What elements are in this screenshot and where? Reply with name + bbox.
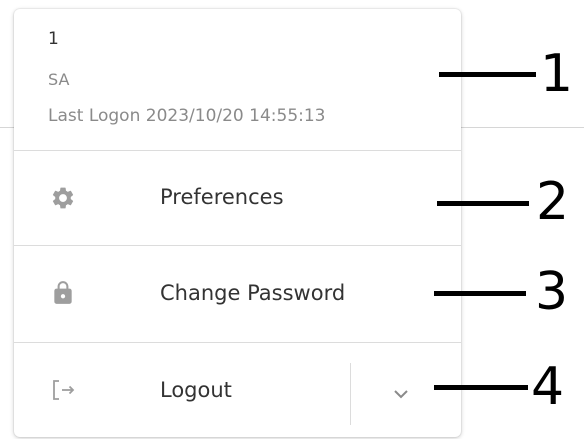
background-divider-right <box>461 127 584 128</box>
last-logon: Last Logon 2023/10/20 14:55:13 <box>48 106 326 126</box>
preferences-label: Preferences <box>160 185 284 209</box>
preferences-menu-item[interactable]: Preferences <box>14 151 461 246</box>
change-password-label: Change Password <box>160 281 346 305</box>
annotation-line-2 <box>437 201 529 206</box>
lock-icon <box>54 281 72 304</box>
annotation-number-3: 3 <box>535 262 569 322</box>
annotation-number-2: 2 <box>536 172 570 232</box>
annotation-line-4 <box>434 385 528 390</box>
logout-label: Logout <box>160 378 232 402</box>
chevron-down-icon[interactable] <box>386 379 416 409</box>
user-role: SA <box>48 70 70 89</box>
logout-icon <box>53 380 75 400</box>
change-password-menu-item[interactable]: Change Password <box>14 246 461 343</box>
background-divider-left <box>0 127 14 128</box>
user-menu-dropdown: 1 SA Last Logon 2023/10/20 14:55:13 Pref… <box>14 9 461 437</box>
user-id: 1 <box>48 29 59 49</box>
annotation-number-1: 1 <box>540 44 574 104</box>
logout-menu-item[interactable]: Logout <box>14 343 461 437</box>
user-info-section: 1 SA Last Logon 2023/10/20 14:55:13 <box>14 9 461 151</box>
annotation-line-1 <box>439 72 536 77</box>
annotation-line-3 <box>434 291 526 296</box>
logout-divider <box>350 363 351 425</box>
gear-icon <box>52 187 74 209</box>
annotation-number-4: 4 <box>531 357 565 417</box>
